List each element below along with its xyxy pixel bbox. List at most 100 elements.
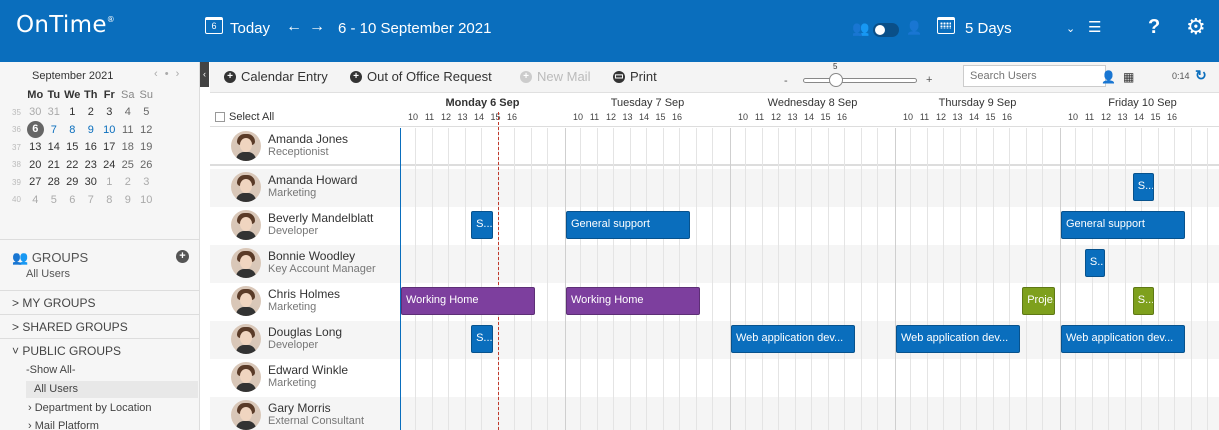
all-users-link[interactable]: All Users	[26, 381, 198, 398]
mini-calendar-day[interactable]: 11	[119, 124, 138, 136]
week-number[interactable]: 36	[12, 125, 26, 134]
mini-calendar-day[interactable]: 12	[137, 124, 156, 136]
mini-calendar-day[interactable]: 25	[119, 159, 138, 171]
mini-calendar-day[interactable]: 30	[82, 176, 101, 188]
person-row[interactable]: Chris Holmes Marketing	[210, 283, 1219, 321]
mini-calendar-day[interactable]: 3	[137, 176, 156, 188]
person-name[interactable]: Edward Winkle	[268, 363, 348, 377]
mini-calendar-day[interactable]: 5	[137, 106, 156, 118]
gear-icon[interactable]: ⚙	[1186, 14, 1206, 40]
days-calendar-icon[interactable]	[937, 17, 955, 34]
week-number[interactable]: 37	[12, 143, 26, 152]
groups-header[interactable]: 👥 GROUPS	[12, 250, 88, 266]
person-name[interactable]: Gary Morris	[268, 401, 331, 415]
avatar[interactable]	[231, 400, 261, 430]
mini-calendar-day[interactable]: 4	[26, 194, 45, 206]
calendar-event[interactable]: Web application dev...	[1061, 325, 1185, 353]
new-mail-button[interactable]: + New Mail	[520, 69, 590, 84]
calendar-event[interactable]: S...	[471, 325, 493, 353]
person-name[interactable]: Beverly Mandelblatt	[268, 211, 373, 225]
search-users-input[interactable]	[963, 65, 1106, 87]
mini-calendar-day[interactable]: 6	[63, 194, 82, 206]
ontime-logo[interactable]: OnTime®	[16, 12, 115, 38]
mini-calendar-day[interactable]: 16	[82, 141, 101, 153]
week-number[interactable]: 40	[12, 195, 26, 204]
person-row[interactable]: Amanda Howard Marketing	[210, 169, 1219, 207]
my-groups-link[interactable]: > MY GROUPS	[0, 290, 199, 314]
print-button[interactable]: ▭ Print	[613, 69, 657, 84]
person-row[interactable]: Edward Winkle Marketing	[210, 359, 1219, 397]
mini-calendar-day[interactable]: 30	[26, 106, 45, 118]
calendar-entry-button[interactable]: + Calendar Entry	[224, 69, 328, 84]
day-header[interactable]: Wednesday 8 Sep	[730, 97, 895, 109]
collapse-sidebar-button[interactable]: ‹	[200, 62, 209, 87]
mini-calendar-day[interactable]: 24	[100, 159, 119, 171]
mini-calendar-day[interactable]: 23	[82, 159, 101, 171]
calendar-event[interactable]: Working Home	[566, 287, 700, 315]
calendar-event[interactable]: Web application dev...	[731, 325, 855, 353]
help-icon[interactable]: ?	[1148, 16, 1160, 39]
calendar-event[interactable]: S...	[1084, 249, 1105, 277]
calendar-event[interactable]: Working Home	[401, 287, 535, 315]
mini-calendar-day[interactable]: 22	[63, 159, 82, 171]
shared-groups-link[interactable]: > SHARED GROUPS	[0, 314, 199, 338]
chevron-down-icon[interactable]: ⌄	[1066, 22, 1075, 35]
show-all-link[interactable]: -Show All-	[26, 364, 76, 376]
view-selector[interactable]: 5 Days	[965, 20, 1012, 37]
department-location-link[interactable]: › Department by Location	[28, 402, 152, 414]
zoom-slider[interactable]	[803, 73, 917, 87]
out-of-office-button[interactable]: + Out of Office Request	[350, 69, 492, 84]
avatar[interactable]	[231, 210, 261, 240]
mini-calendar-day[interactable]: 3	[100, 106, 119, 118]
mini-calendar-day[interactable]: 18	[119, 141, 138, 153]
calendar-event[interactable]: S...	[1132, 287, 1155, 315]
zoom-in-button[interactable]: +	[926, 74, 932, 86]
mini-calendar-day[interactable]: 19	[137, 141, 156, 153]
avatar[interactable]	[231, 131, 261, 161]
next-arrow-icon[interactable]: →	[309, 18, 325, 36]
mini-calendar-day[interactable]: 5	[45, 194, 64, 206]
calendar-event[interactable]: S...	[471, 211, 493, 239]
mini-calendar-day[interactable]: 10	[137, 194, 156, 206]
zoom-slider-thumb[interactable]	[829, 73, 843, 87]
mini-calendar-day[interactable]: 8	[63, 124, 82, 136]
day-header[interactable]: Monday 6 Sep	[400, 97, 565, 109]
mini-calendar-day[interactable]: 26	[137, 159, 156, 171]
person-icon[interactable]: 👤	[906, 20, 922, 36]
mini-calendar-day[interactable]: 17	[100, 141, 119, 153]
day-header[interactable]: Tuesday 7 Sep	[565, 97, 730, 109]
week-number[interactable]: 38	[12, 160, 26, 169]
mini-calendar-day[interactable]: 28	[45, 176, 64, 188]
person-name[interactable]: Amanda Jones	[268, 132, 348, 146]
mini-calendar-day[interactable]: 7	[82, 194, 101, 206]
calendar-event[interactable]: General support	[1061, 211, 1185, 239]
calendar-icon[interactable]: ▦	[1123, 70, 1134, 84]
avatar[interactable]	[231, 248, 261, 278]
mini-calendar-day[interactable]: 31	[45, 106, 64, 118]
calendar-icon[interactable]: 6	[205, 17, 223, 34]
user-icon[interactable]: 👤	[1101, 70, 1116, 84]
person-row[interactable]: Gary Morris External Consultant	[210, 397, 1219, 430]
avatar[interactable]	[231, 362, 261, 392]
mini-calendar-day[interactable]: 13	[26, 141, 45, 153]
mini-calendar-day[interactable]: 1	[100, 176, 119, 188]
people-icon[interactable]: 👥	[852, 20, 869, 37]
person-name[interactable]: Chris Holmes	[268, 287, 340, 301]
person-row[interactable]: Amanda Jones Receptionist	[210, 128, 1219, 166]
person-name[interactable]: Douglas Long	[268, 325, 342, 339]
refresh-icon[interactable]: ↻	[1195, 67, 1207, 84]
avatar[interactable]	[231, 324, 261, 354]
mini-calendar-day[interactable]: 20	[26, 159, 45, 171]
mini-calendar-day[interactable]: 8	[100, 194, 119, 206]
week-number[interactable]: 35	[12, 108, 26, 117]
calendar-event[interactable]: Proje...	[1022, 287, 1055, 315]
mini-calendar-day[interactable]: 1	[63, 106, 82, 118]
mini-calendar-day[interactable]: 4	[119, 106, 138, 118]
mini-calendar-day[interactable]: 15	[63, 141, 82, 153]
mini-calendar-day[interactable]: 10	[100, 124, 119, 136]
mini-calendar-day[interactable]: 2	[119, 176, 138, 188]
view-toggle[interactable]	[873, 23, 899, 37]
mini-calendar-day[interactable]: 9	[82, 124, 101, 136]
mail-platform-link[interactable]: › Mail Platform	[28, 420, 99, 430]
calendar-event[interactable]: General support	[566, 211, 690, 239]
